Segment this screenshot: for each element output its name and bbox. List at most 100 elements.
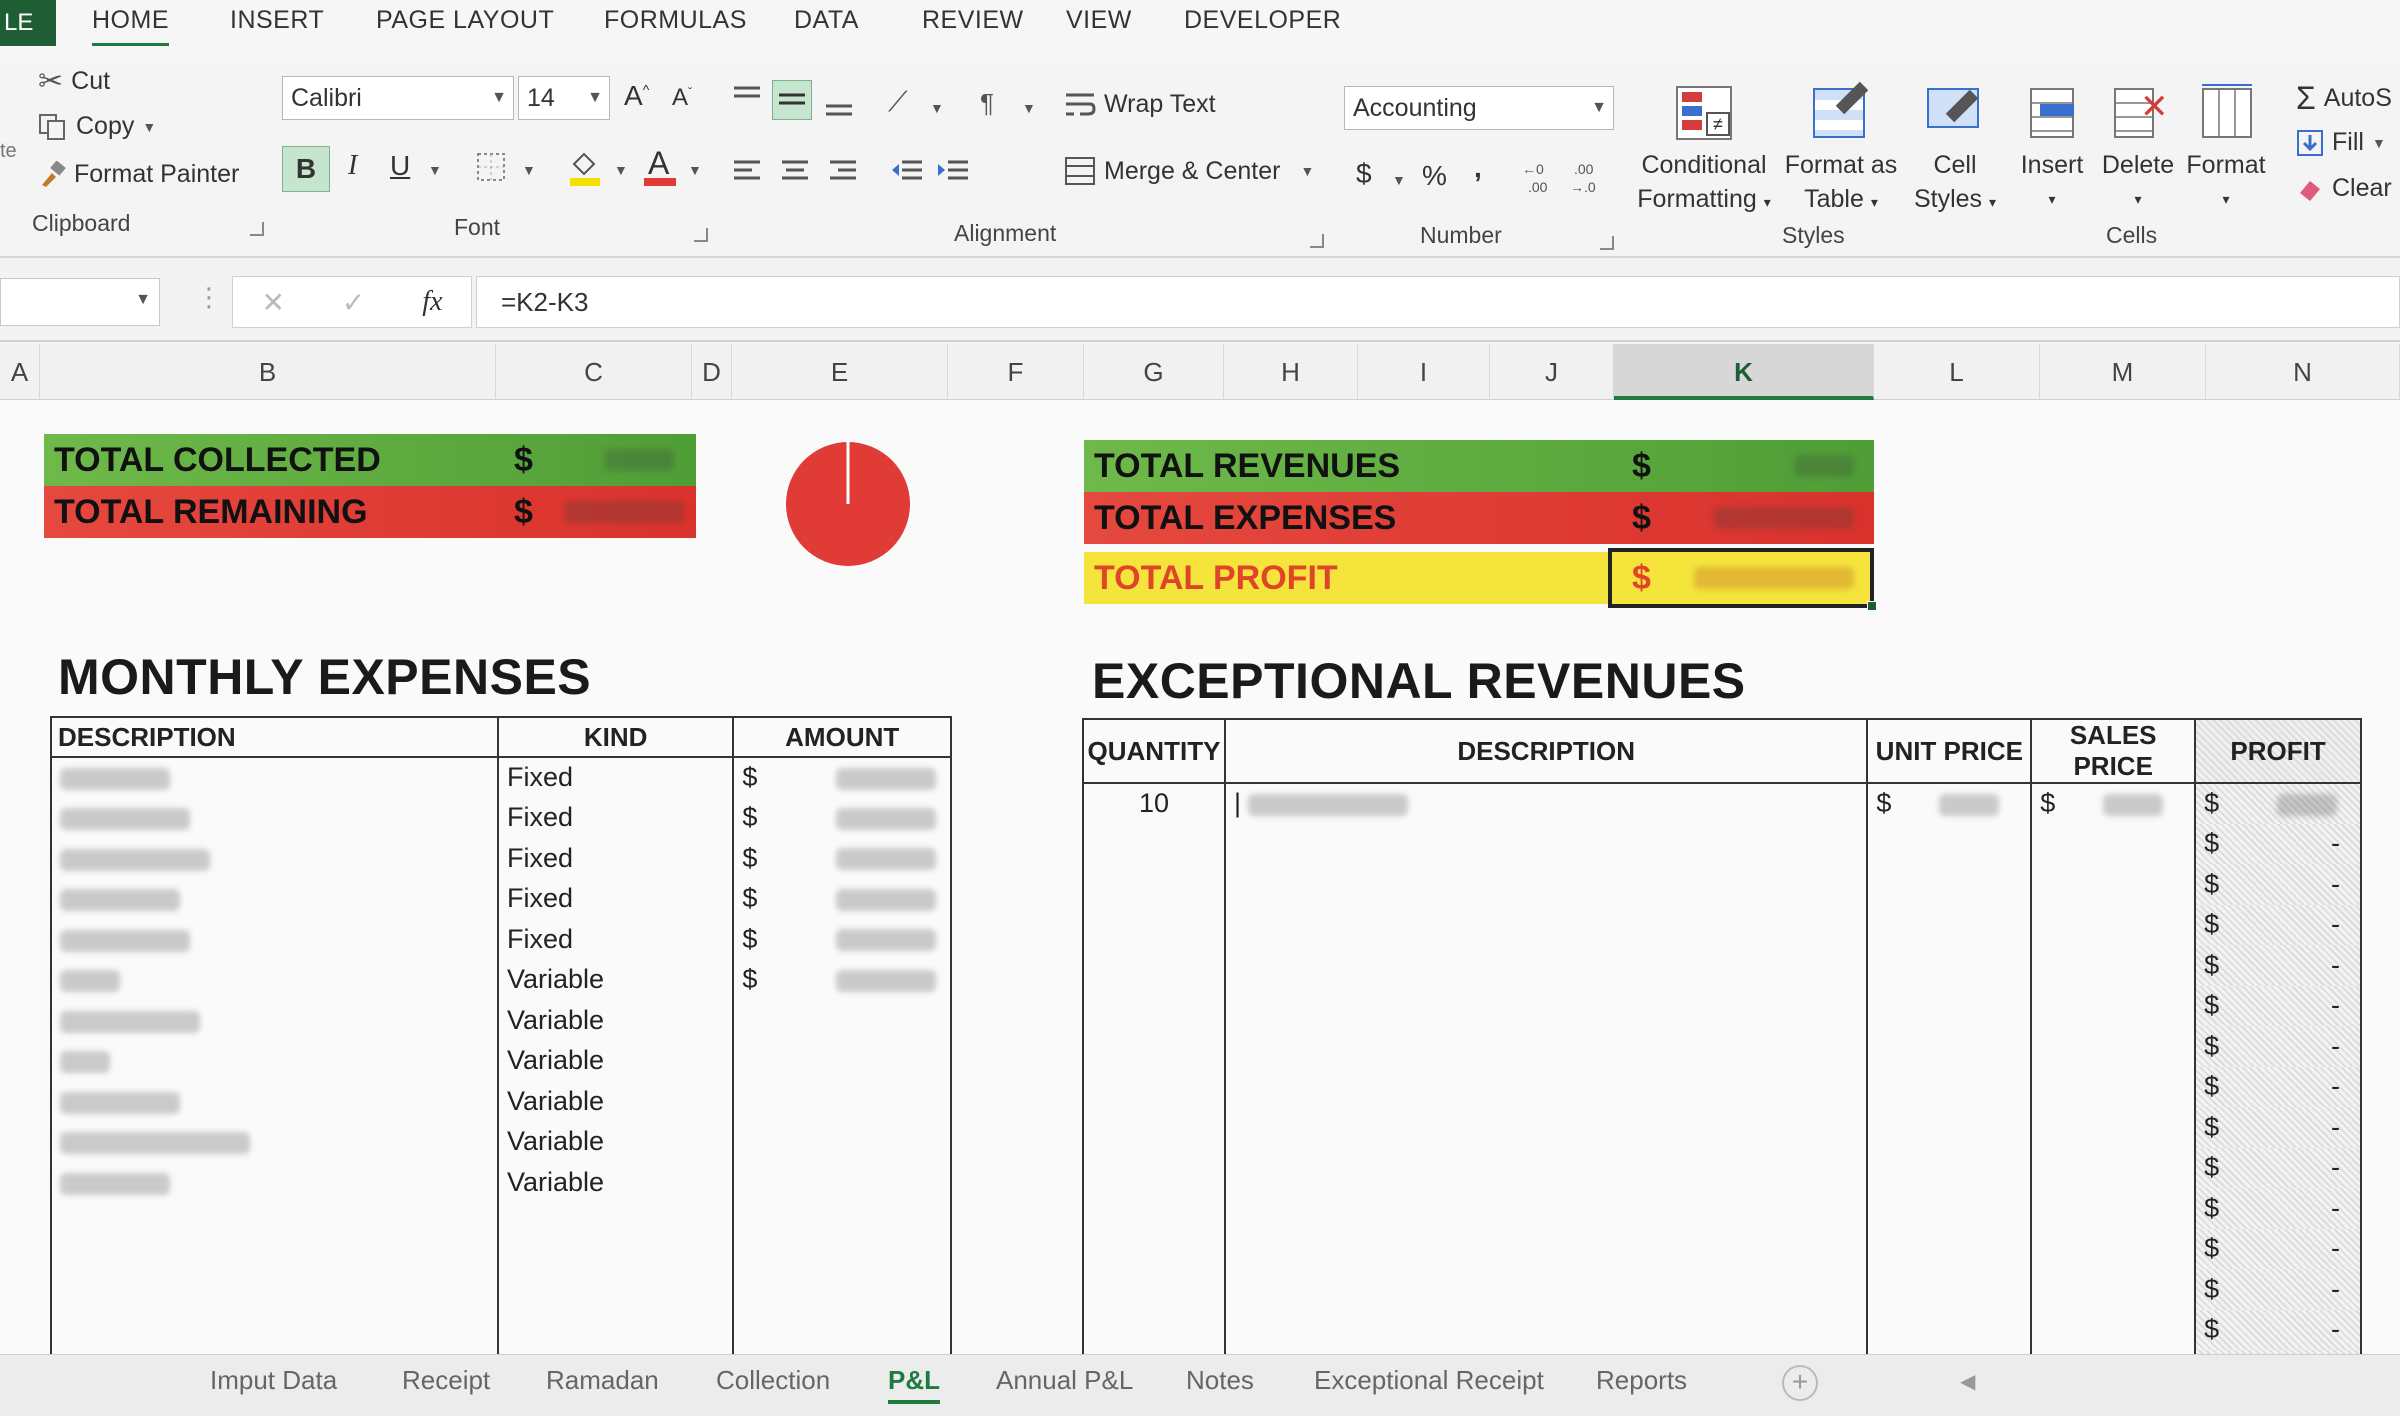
format-as-table-button[interactable]: Format as Table ▾ [1778,81,1904,219]
cancel-icon[interactable]: ✕ [261,286,284,319]
revenue-description-cell[interactable] [1223,1269,1869,1310]
table-row[interactable]: $- [1082,1309,2362,1350]
fill-handle[interactable] [1867,601,1877,611]
expense-kind-cell[interactable]: Fixed [496,878,735,919]
sheet-tab-ramadan[interactable]: Ramadan [546,1365,659,1396]
revenue-description-cell[interactable] [1223,945,1869,986]
paste-label[interactable]: te [0,140,17,163]
sheet-tab-notes[interactable]: Notes [1186,1365,1254,1396]
table-row[interactable]: $- [1082,1107,2362,1148]
expense-amount-cell[interactable] [732,1162,952,1203]
chevron-down-icon[interactable]: ▼ [614,162,628,178]
column-header-e[interactable]: E [732,344,948,400]
insert-function-icon[interactable]: fx [422,286,442,318]
format-cells-button[interactable]: Format ▾ [2182,82,2270,216]
revenue-description-cell[interactable] [1223,1309,1869,1350]
total-expenses-row[interactable]: TOTAL EXPENSES $ [1084,492,1874,544]
tab-view[interactable]: VIEW [1066,6,1132,35]
clipboard-launcher-icon[interactable] [250,222,264,236]
table-row[interactable]: $- [1082,823,2362,864]
quantity-cell[interactable] [1082,1066,1226,1107]
column-header-m[interactable]: M [2040,344,2206,400]
column-header-j[interactable]: J [1490,344,1614,400]
align-left-icon[interactable] [732,158,762,184]
revenue-description-cell[interactable]: | [1223,783,1869,824]
sales-price-cell[interactable]: $ [2030,783,2197,824]
expense-amount-cell[interactable]: $ [732,797,952,838]
expense-amount-cell[interactable] [732,1121,952,1162]
unit-price-cell[interactable] [1866,1228,2033,1269]
profit-cell[interactable]: $- [2194,1066,2362,1107]
column-header-k[interactable]: K [1614,344,1874,400]
sales-price-cell[interactable] [2030,1026,2197,1067]
expense-kind-cell[interactable]: Fixed [496,919,735,960]
quantity-cell[interactable] [1082,985,1226,1026]
sheet-tab-annual-pl[interactable]: Annual P&L [996,1365,1133,1396]
font-name-combo[interactable]: Calibri ▼ [282,76,514,120]
quantity-cell[interactable] [1082,1228,1226,1269]
expense-description-cell[interactable] [50,797,499,838]
font-size-combo[interactable]: 14 ▼ [518,76,610,120]
expense-amount-cell[interactable] [732,1081,952,1122]
table-row[interactable]: Variable [50,1081,952,1122]
number-launcher-icon[interactable] [1600,236,1614,250]
add-sheet-icon[interactable]: + [1782,1365,1818,1401]
expense-kind-cell[interactable]: Variable [496,1081,735,1122]
column-header-a[interactable]: A [0,344,40,400]
table-row[interactable]: $- [1082,1228,2362,1269]
table-row[interactable]: Variable [50,1040,952,1081]
table-row[interactable]: Fixed $ [50,838,952,879]
unit-price-cell[interactable] [1866,985,2033,1026]
column-header-i[interactable]: I [1358,344,1490,400]
merge-center-button[interactable]: Merge & Center ▼ [1064,156,1314,186]
empty-cell[interactable] [50,1202,499,1360]
expense-description-cell[interactable] [50,1040,499,1081]
name-box[interactable]: ▼ [0,278,160,326]
empty-cell[interactable] [496,1202,735,1360]
revenue-description-cell[interactable] [1223,904,1869,945]
chevron-down-icon[interactable]: ▼ [930,100,944,116]
tab-page-layout[interactable]: PAGE LAYOUT [376,6,554,35]
quantity-cell[interactable] [1082,1188,1226,1229]
chevron-down-icon[interactable]: ▼ [1022,100,1036,116]
profit-cell[interactable]: $- [2194,1026,2362,1067]
expense-kind-cell[interactable]: Fixed [496,757,735,798]
profit-cell[interactable]: $- [2194,945,2362,986]
expense-description-cell[interactable] [50,1000,499,1041]
profit-cell[interactable]: $- [2194,1147,2362,1188]
quantity-cell[interactable]: 10 [1082,783,1226,824]
total-remaining-row[interactable]: TOTAL REMAINING $ [44,486,696,538]
table-row[interactable]: Variable [50,1121,952,1162]
sales-price-cell[interactable] [2030,1188,2197,1229]
header-kind[interactable]: KIND [496,716,735,758]
enter-icon[interactable]: ✓ [342,286,365,319]
expense-amount-cell[interactable]: $ [732,919,952,960]
expense-kind-cell[interactable]: Variable [496,1040,735,1081]
table-row[interactable]: $- [1082,904,2362,945]
format-painter-button[interactable]: Format Painter [38,160,239,189]
sales-price-cell[interactable] [2030,945,2197,986]
header-description[interactable]: DESCRIPTION [50,716,499,758]
table-row[interactable]: Variable $ [50,959,952,1000]
profit-cell[interactable]: $- [2194,1107,2362,1148]
column-header-h[interactable]: H [1224,344,1358,400]
worksheet-grid[interactable]: TOTAL COLLECTED $ TOTAL REMAINING $ TOTA… [0,400,2400,1391]
expense-kind-cell[interactable]: Variable [496,1162,735,1203]
expense-amount-cell[interactable]: $ [732,878,952,919]
quantity-cell[interactable] [1082,864,1226,905]
text-direction-icon[interactable]: ¶ [980,88,994,119]
profit-cell[interactable]: $- [2194,823,2362,864]
expense-description-cell[interactable] [50,878,499,919]
sales-price-cell[interactable] [2030,1147,2197,1188]
sales-price-cell[interactable] [2030,985,2197,1026]
header-description[interactable]: DESCRIPTION [1223,718,1869,784]
column-header-g[interactable]: G [1084,344,1224,400]
total-collected-row[interactable]: TOTAL COLLECTED $ [44,434,696,486]
quantity-cell[interactable] [1082,904,1226,945]
column-header-b[interactable]: B [40,344,496,400]
revenue-description-cell[interactable] [1223,1228,1869,1269]
sales-price-cell[interactable] [2030,823,2197,864]
profit-cell[interactable]: $- [2194,904,2362,945]
sheet-tab-imput-data[interactable]: Imput Data [210,1365,337,1396]
clear-button[interactable]: Clear [2296,174,2392,203]
